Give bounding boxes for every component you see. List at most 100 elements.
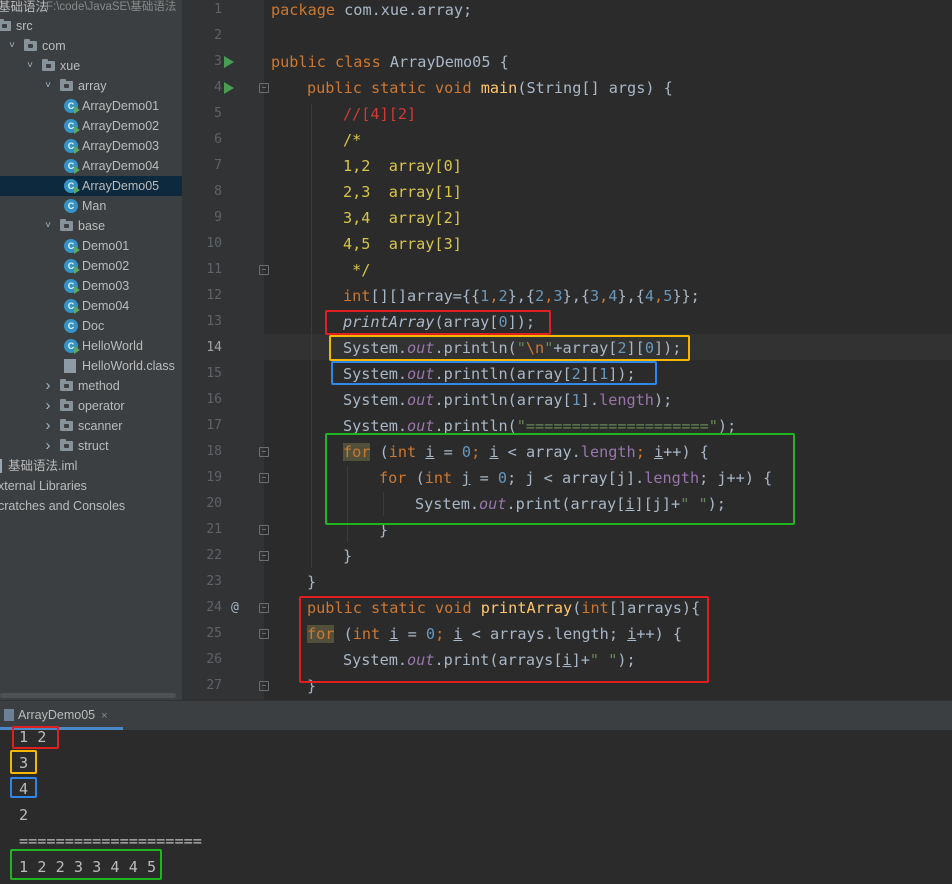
code-line-25: for (int i = 0; i < arrays.length; i++) … <box>307 625 682 643</box>
line-number: 13 <box>206 314 222 329</box>
line-number: 10 <box>206 236 222 251</box>
line-number: 15 <box>206 366 222 381</box>
tree-item-src[interactable]: src <box>0 16 182 36</box>
line-number: 26 <box>206 652 222 667</box>
code-line-16: System.out.println(array[1].length); <box>343 391 673 409</box>
line-number: 3 <box>214 54 222 69</box>
tree-item-arraydemo04[interactable]: C ArrayDemo04 <box>0 156 182 176</box>
tree-item-arraydemo01[interactable]: C ArrayDemo01 <box>0 96 182 116</box>
run-gutter-icon[interactable] <box>224 82 234 94</box>
code-line-6: /* <box>343 131 362 149</box>
tree-horizontal-scrollbar[interactable] <box>0 693 176 698</box>
tree-item-demo03[interactable]: C Demo03 <box>0 276 182 296</box>
tree-item-arraydemo03[interactable]: C ArrayDemo03 <box>0 136 182 156</box>
java-class-icon: C <box>64 239 80 254</box>
fold-marker-icon[interactable] <box>259 681 269 691</box>
tree-item-label: scanner <box>78 419 123 433</box>
line-number: 27 <box>206 678 222 693</box>
chevron-down-icon[interactable]: ˅ <box>24 56 36 76</box>
tree-item--iml[interactable]: 基础语法.iml <box>0 456 182 476</box>
java-class-icon: C <box>64 299 80 314</box>
fold-marker-icon[interactable] <box>259 447 269 457</box>
line-number: 17 <box>206 418 222 433</box>
fold-marker-icon[interactable] <box>259 629 269 639</box>
fold-marker-icon[interactable] <box>259 551 269 561</box>
chevron-right-icon[interactable]: › <box>42 436 54 456</box>
java-class-icon: C <box>64 319 78 333</box>
tree-item-demo01[interactable]: C Demo01 <box>0 236 182 256</box>
indent-guide <box>347 466 348 542</box>
line-number: 6 <box>214 132 222 147</box>
tree-item-label: base <box>78 219 106 233</box>
folder-icon <box>0 19 11 31</box>
tree-item-struct[interactable]: › struct <box>0 436 182 456</box>
tree-item-label: operator <box>78 399 125 413</box>
chevron-down-icon[interactable]: ˅ <box>42 216 54 236</box>
java-class-icon: C <box>64 119 80 134</box>
chevron-down-icon[interactable]: ˅ <box>42 76 54 96</box>
tree-item-arraydemo02[interactable]: C ArrayDemo02 <box>0 116 182 136</box>
line-number: 19 <box>206 470 222 485</box>
tree-item-label: Doc <box>82 319 105 333</box>
run-config-icon <box>4 709 14 721</box>
tree-item-helloworld[interactable]: C HelloWorld <box>0 336 182 356</box>
tree-item-com[interactable]: ˅ com <box>0 36 182 56</box>
line-number: 25 <box>206 626 222 641</box>
tree-item-label: cratches and Consoles <box>0 499 126 513</box>
class-file-icon <box>64 359 76 373</box>
fold-marker-icon[interactable] <box>259 525 269 535</box>
line-number: 22 <box>206 548 222 563</box>
run-gutter-icon[interactable] <box>224 56 234 68</box>
tree-item-label: ArrayDemo02 <box>82 119 160 133</box>
tree-item-doc[interactable]: C Doc <box>0 316 182 336</box>
tree-item-demo04[interactable]: C Demo04 <box>0 296 182 316</box>
code-line-4: public static void main(String[] args) { <box>307 79 673 97</box>
console-line: ==================== <box>19 832 202 850</box>
line-number: 12 <box>206 288 222 303</box>
line-number: 24 <box>206 600 222 615</box>
fold-marker-icon[interactable] <box>259 473 269 483</box>
tree-item-man[interactable]: C Man <box>0 196 182 216</box>
fold-marker-icon[interactable] <box>259 603 269 613</box>
code-line-10: 4,5 array[3] <box>343 235 462 253</box>
fold-marker-icon[interactable] <box>259 265 269 275</box>
indent-guide <box>383 492 384 516</box>
tree-item-helloworld-class[interactable]: HelloWorld.class <box>0 356 182 376</box>
close-icon[interactable]: × <box>101 710 107 722</box>
tree-item-xternal-libraries[interactable]: xternal Libraries <box>0 476 182 496</box>
tree-item-arraydemo05[interactable]: C ArrayDemo05 <box>0 176 182 196</box>
usage-marker-icon[interactable]: @ <box>231 595 239 621</box>
folder-icon <box>60 379 73 391</box>
code-line-26: System.out.print(arrays[i]+" "); <box>343 651 636 669</box>
code-line-23: } <box>307 573 317 591</box>
tree-item-label: ArrayDemo04 <box>82 159 160 173</box>
chevron-down-icon[interactable]: ˅ <box>6 36 18 56</box>
code-line-24: public static void printArray(int[]array… <box>307 599 701 617</box>
tree-item-base[interactable]: ˅ base <box>0 216 182 236</box>
chevron-right-icon[interactable]: › <box>42 376 54 396</box>
tree-item-label: xternal Libraries <box>0 479 87 493</box>
tree-root-row[interactable]: 基础语法 F:\code\JavaSE\基础语法 <box>0 0 182 17</box>
tree-item-xue[interactable]: ˅ xue <box>0 56 182 76</box>
code-line-14: System.out.println("\n"+array[2][0]); <box>343 339 682 357</box>
folder-icon <box>60 79 73 91</box>
tree-item-scanner[interactable]: › scanner <box>0 416 182 436</box>
line-number: 9 <box>214 210 222 225</box>
code-line-7: 1,2 array[0] <box>343 157 462 175</box>
fold-marker-icon[interactable] <box>259 83 269 93</box>
code-line-17: System.out.println("====================… <box>343 417 737 435</box>
tree-item-array[interactable]: ˅ array <box>0 76 182 96</box>
code-line-21: } <box>379 521 389 539</box>
tree-item-operator[interactable]: › operator <box>0 396 182 416</box>
tree-item-method[interactable]: › method <box>0 376 182 396</box>
console-line: 2 <box>19 806 29 824</box>
tree-item-cratches-and-consoles[interactable]: cratches and Consoles <box>0 496 182 516</box>
chevron-right-icon[interactable]: › <box>42 416 54 436</box>
console-line: 4 <box>19 780 29 798</box>
tree-item-label: ArrayDemo03 <box>82 139 160 153</box>
tree-item-label: Man <box>82 199 107 213</box>
chevron-right-icon[interactable]: › <box>42 396 54 416</box>
code-line-9: 3,4 array[2] <box>343 209 462 227</box>
tree-item-demo02[interactable]: C Demo02 <box>0 256 182 276</box>
console-line: 1 2 2 3 3 4 4 5 <box>19 858 157 876</box>
